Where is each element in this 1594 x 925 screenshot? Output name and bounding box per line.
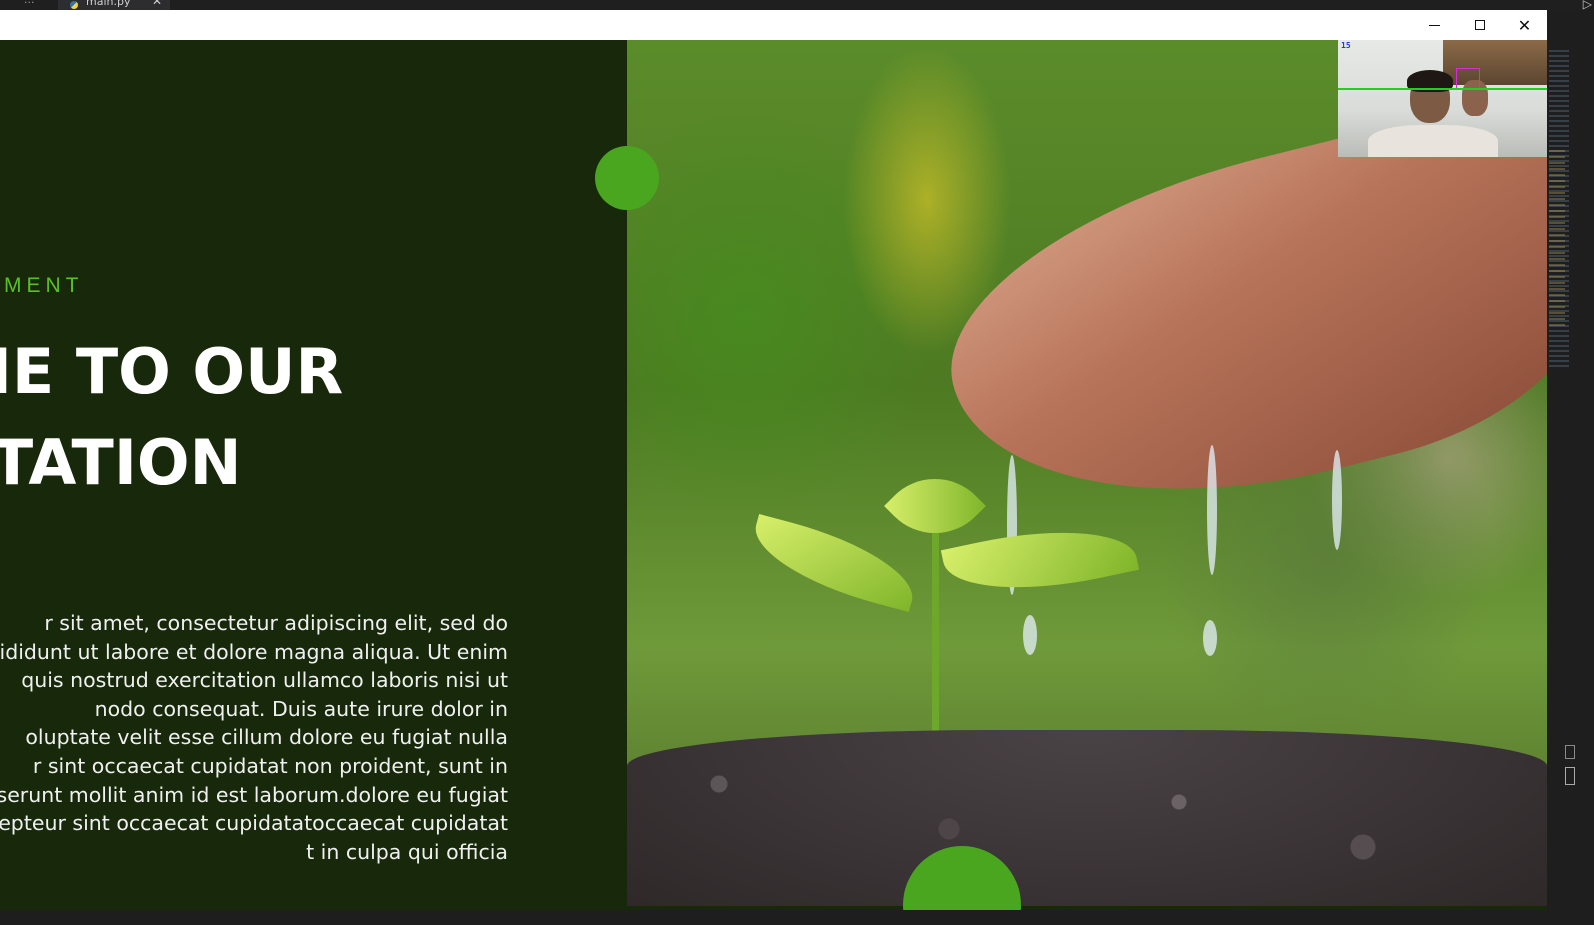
slide-text-panel: NTMENT COME TO OUR SENTATION r sit amet,…	[0, 40, 627, 910]
body-line: eserunt mollit anim id est laborum.dolor…	[0, 782, 508, 807]
editor-tab-label: main.py	[86, 0, 131, 8]
seedling-stem	[932, 520, 939, 740]
presentation-slide: NTMENT COME TO OUR SENTATION r sit amet,…	[0, 40, 1547, 910]
close-icon: ✕	[1517, 15, 1532, 35]
water-drop	[1203, 620, 1217, 656]
body-line: quis nostrud exercitation ullamco labori…	[21, 668, 508, 693]
water-drop	[1332, 450, 1342, 550]
slide-headline: COME TO OUR SENTATION	[0, 326, 343, 508]
minimize-button[interactable]	[1412, 10, 1457, 40]
tab-close-icon[interactable]: ✕	[152, 0, 162, 8]
hand-detection-box	[1456, 68, 1480, 90]
seedling-leaf	[940, 510, 1140, 610]
webcam-preview: 15	[1338, 40, 1547, 157]
webcam-person	[1368, 125, 1498, 157]
headline-line-1: COME TO OUR	[0, 335, 344, 408]
minimap-code-highlight	[1549, 150, 1565, 330]
accent-circle	[595, 146, 659, 210]
editor-tab-strip: ··· main.py ✕ ▷	[0, 0, 1594, 10]
seedling-leaf	[744, 513, 924, 613]
editor-minimap[interactable]	[1547, 10, 1594, 925]
panel-marker-icon[interactable]	[1565, 745, 1575, 759]
slide-body-text: r sit amet, consectetur adipiscing elit,…	[0, 609, 508, 866]
window-titlebar[interactable]: ✕	[0, 10, 1547, 40]
minimize-icon	[1429, 24, 1440, 26]
more-actions-icon[interactable]: ···	[24, 0, 35, 9]
maximize-button[interactable]	[1457, 10, 1502, 40]
body-line: r sit amet, consectetur adipiscing elit,…	[44, 611, 508, 635]
water-drop	[1023, 615, 1037, 655]
seedling-photo	[627, 40, 1547, 906]
slide-kicker: NTMENT	[0, 274, 84, 297]
soil	[627, 730, 1547, 906]
body-line: t in culpa qui officia	[306, 839, 508, 864]
body-line: ncididunt ut labore et dolore magna aliq…	[0, 639, 508, 664]
threshold-line	[1338, 88, 1547, 90]
maximize-icon	[1474, 20, 1485, 30]
body-line: epteur sint occaecat cupidatatoccaecat c…	[0, 811, 508, 836]
python-file-icon	[70, 1, 78, 9]
body-line: r sint occaecat cupidatat non proident, …	[32, 753, 508, 778]
fps-counter: 15	[1341, 41, 1351, 50]
editor-tab-main-py[interactable]: main.py ✕	[58, 0, 170, 10]
body-line: oluptate velit esse cillum dolore eu fug…	[25, 725, 508, 750]
water-drop	[1207, 445, 1217, 575]
body-line: nodo consequat. Duis aute irure dolor in	[94, 696, 508, 721]
close-button[interactable]: ✕	[1502, 10, 1547, 40]
headline-line-2: SENTATION	[0, 426, 242, 499]
panel-marker-icon[interactable]	[1565, 767, 1575, 785]
run-icon[interactable]: ▷	[1583, 0, 1592, 10]
